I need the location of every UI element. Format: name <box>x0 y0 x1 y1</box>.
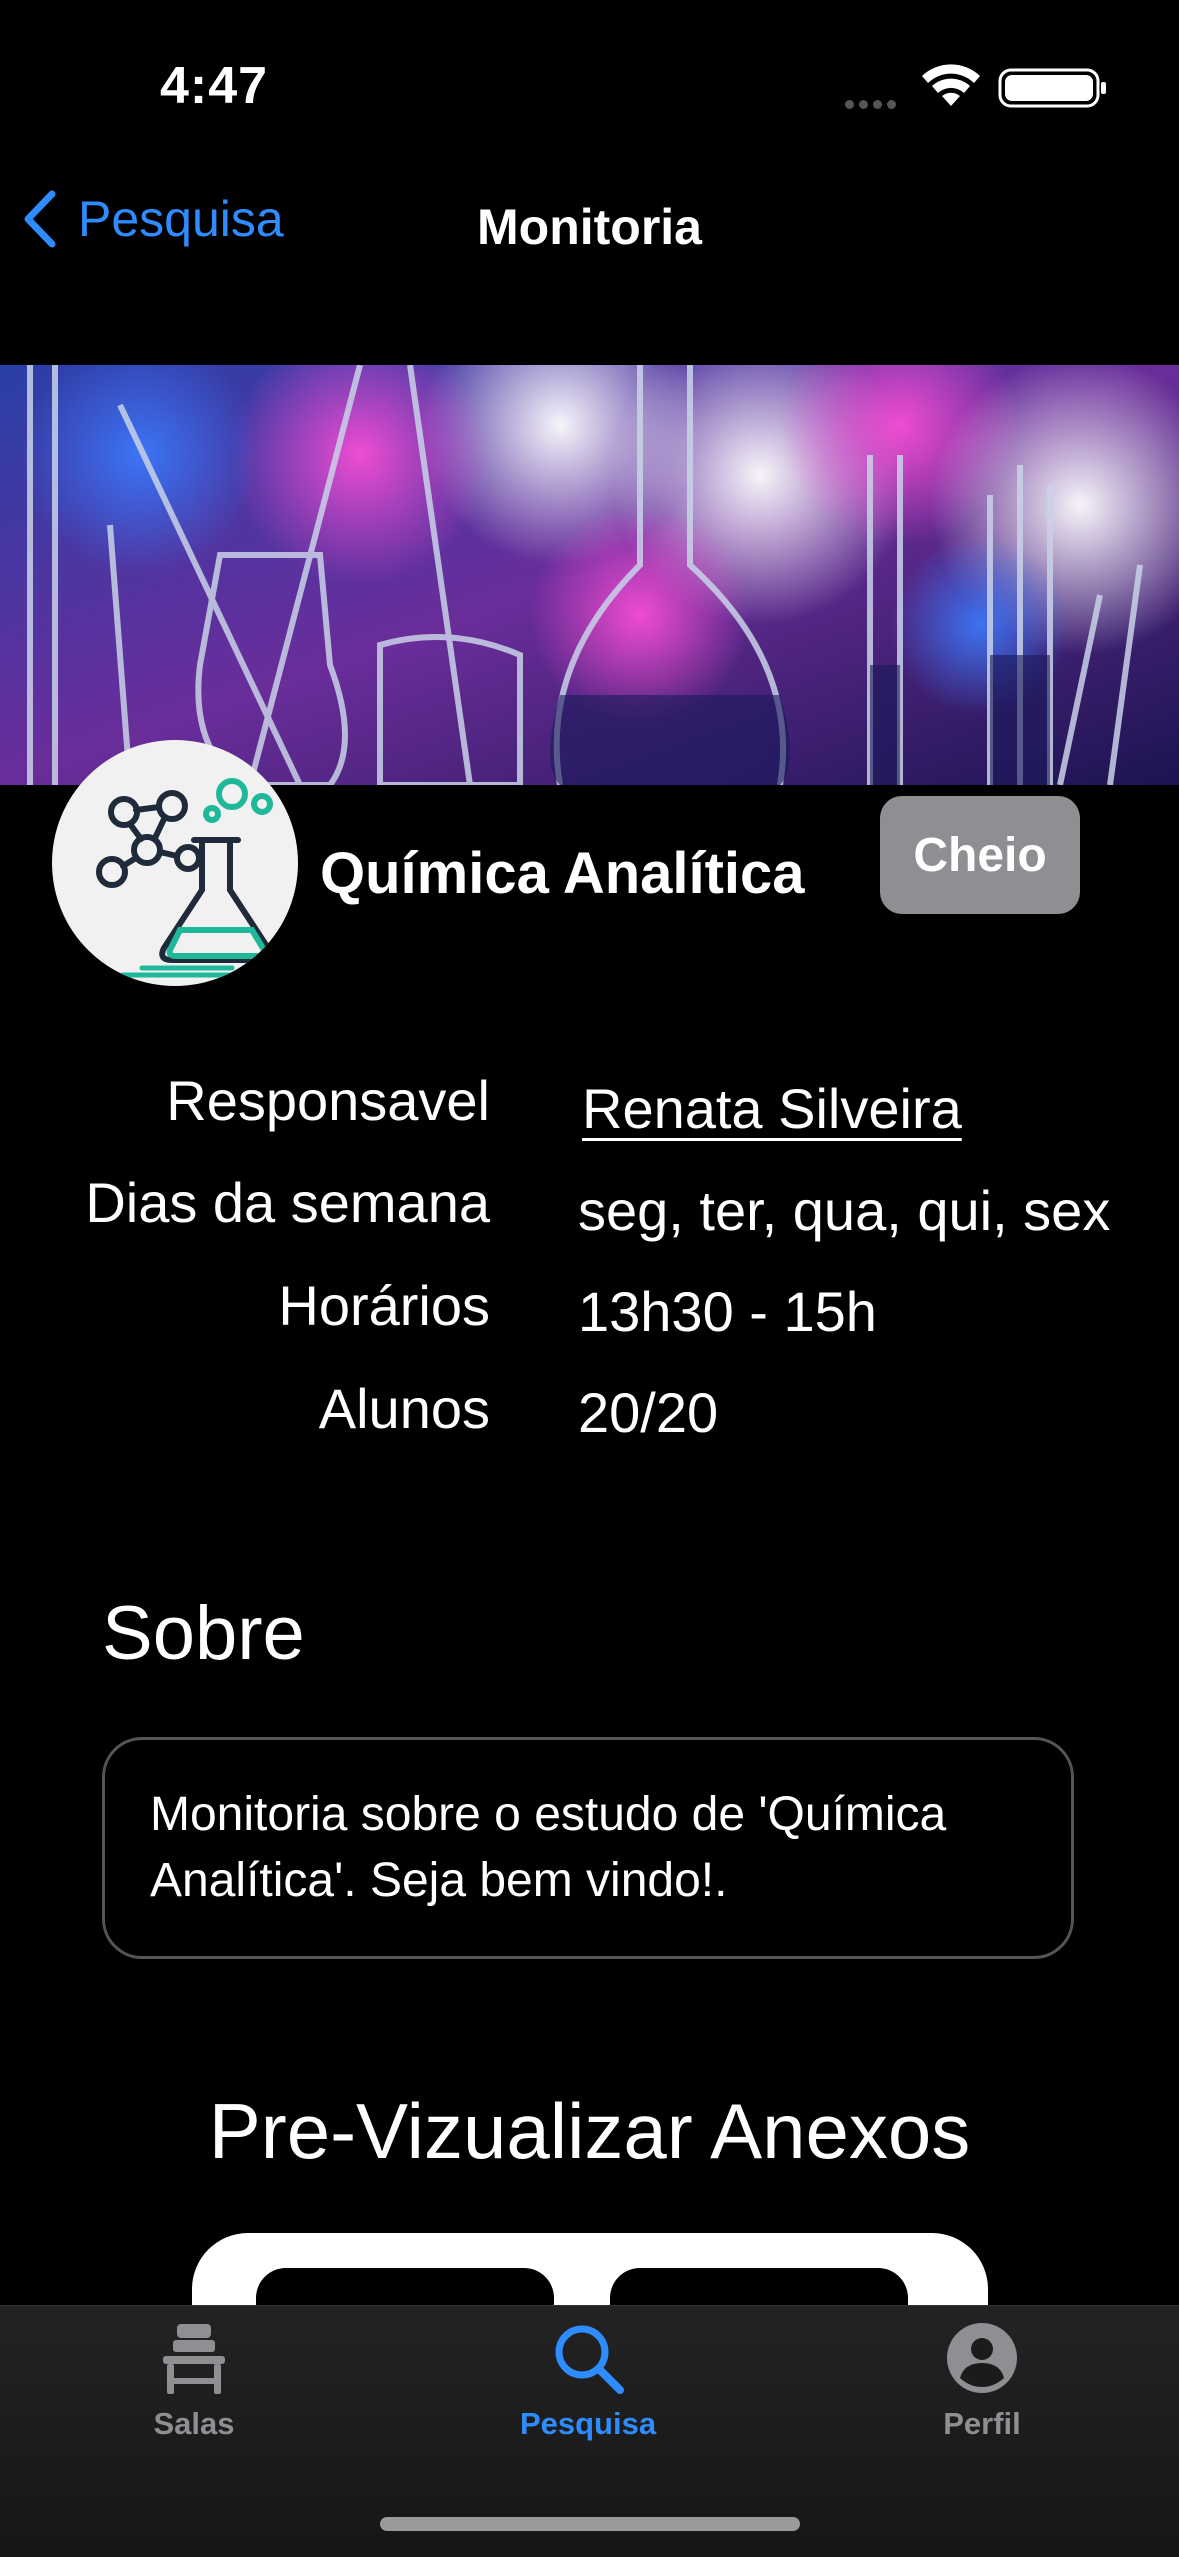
cellular-signal-icon <box>845 96 901 114</box>
responsible-link[interactable]: Renata Silveira <box>582 1076 962 1141</box>
wifi-icon <box>920 62 982 113</box>
weekdays-value: seg, ter, qua, qui, sex <box>578 1179 1111 1242</box>
subject-title: Química Analítica <box>320 841 805 906</box>
responsible-label: Responsavel <box>166 1069 490 1132</box>
status-badge[interactable]: Cheio <box>880 796 1080 914</box>
desk-icon <box>163 2324 225 2394</box>
tab-salas-label: Salas <box>153 2406 235 2441</box>
tab-perfil[interactable]: Perfil <box>832 2320 1132 2442</box>
students-value: 20/20 <box>578 1381 719 1444</box>
page-title: Monitoria <box>477 199 702 255</box>
about-text: Monitoria sobre o estudo de 'Química Ana… <box>150 1788 947 1907</box>
weekdays-label: Dias da semana <box>85 1171 490 1234</box>
home-indicator[interactable] <box>380 2517 800 2531</box>
schedule-value: 13h30 - 15h <box>578 1280 877 1343</box>
tab-perfil-label: Perfil <box>943 2406 1021 2441</box>
banner-image <box>0 365 1179 785</box>
tab-pesquisa[interactable]: Pesquisa <box>438 2320 738 2442</box>
person-icon <box>947 2323 1017 2393</box>
status-time: 4:47 <box>160 57 269 115</box>
attachments-heading: Pre-Vizualizar Anexos <box>208 2087 971 2175</box>
chemistry-flask-icon <box>96 778 273 978</box>
schedule-label: Horários <box>278 1274 490 1337</box>
about-heading: Sobre <box>102 1591 305 1676</box>
students-label: Alunos <box>318 1377 490 1440</box>
subject-logo <box>52 740 298 986</box>
tab-salas[interactable]: Salas <box>44 2320 344 2442</box>
battery-icon <box>998 68 1110 108</box>
tab-pesquisa-label: Pesquisa <box>519 2406 657 2441</box>
search-icon <box>555 2325 624 2394</box>
